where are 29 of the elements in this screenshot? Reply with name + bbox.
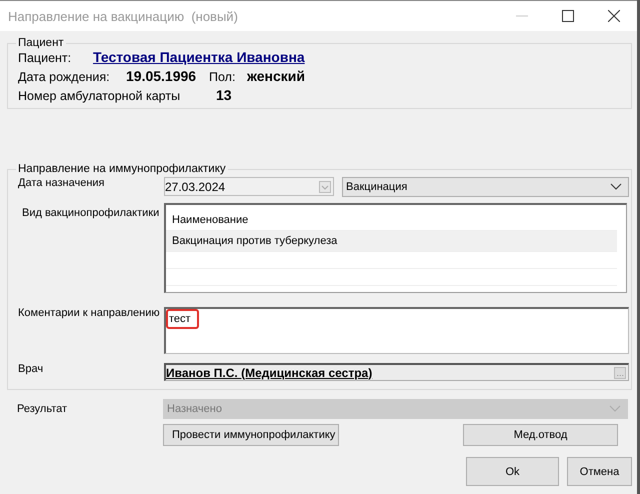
- comment-field[interactable]: тест: [164, 307, 629, 354]
- result-label: Результат: [17, 402, 68, 415]
- type-select[interactable]: Вакцинация: [342, 177, 629, 197]
- patient-name-link[interactable]: Тестовая Пациентка Ивановна: [93, 49, 305, 65]
- table-row[interactable]: Вакцинация против туберкулеза: [166, 231, 617, 252]
- vaccination-kind-label: Вид вакцинопрофилактики: [21, 206, 160, 219]
- sex-value: женский: [247, 68, 305, 84]
- birth-date: 19.05.1996: [126, 68, 198, 84]
- card-number: 13: [216, 87, 232, 103]
- doctor-label: Врач: [18, 363, 44, 375]
- sex-label: Пол:: [209, 70, 236, 84]
- maximize-icon[interactable]: [562, 10, 574, 22]
- action-button[interactable]: Мед.отвод: [463, 424, 618, 446]
- patient-label: Пациент:: [18, 51, 72, 65]
- chevron-down-icon[interactable]: [610, 183, 622, 191]
- birth-date-label: Дата рождения:: [18, 70, 111, 84]
- date-field[interactable]: 27.03.2024: [164, 177, 334, 196]
- dialog-button[interactable]: Ok: [466, 457, 559, 486]
- comment-label: Коментарии к направлению: [18, 307, 161, 319]
- comment-text: тест: [166, 309, 199, 329]
- doctor-field[interactable]: Иванов П.С. (Медицинская сестра) ...: [164, 363, 629, 381]
- card-number-label: Номер амбулаторной карты: [18, 89, 182, 103]
- group-title: Пациент: [17, 37, 65, 49]
- dialog-button[interactable]: Отмена: [567, 457, 632, 486]
- action-button[interactable]: Провести иммунопрофилактику: [163, 424, 339, 446]
- date-label: Дата назначения: [18, 177, 106, 189]
- close-icon[interactable]: [608, 10, 620, 22]
- window-title: Направление на вакцинацию (новый): [8, 8, 238, 24]
- group-title: Направление на иммунопрофилактику: [17, 163, 227, 175]
